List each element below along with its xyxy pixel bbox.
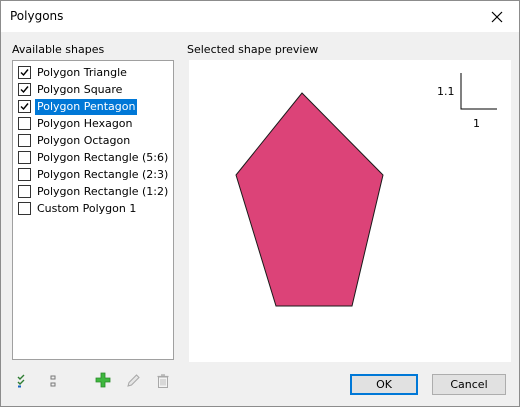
pencil-icon	[127, 374, 140, 387]
scale-indicator	[460, 73, 497, 110]
list-item[interactable]: Polygon Rectangle (1:2)	[18, 183, 170, 200]
shape-checkbox[interactable]	[18, 134, 31, 147]
shape-label: Polygon Rectangle (5:6)	[37, 150, 169, 164]
shape-checkbox[interactable]	[18, 66, 31, 79]
check-all-icon	[17, 374, 25, 388]
shape-label: Polygon Triangle	[37, 65, 127, 79]
shape-checkbox[interactable]	[18, 202, 31, 215]
pentagon-shape	[235, 92, 384, 307]
shape-label: Polygon Rectangle (1:2)	[37, 184, 169, 198]
uncheck-all-icon	[50, 375, 56, 387]
shape-checkbox[interactable]	[18, 151, 31, 164]
list-item[interactable]: Polygon Triangle	[18, 64, 129, 81]
scale-x-label: 1	[473, 117, 480, 130]
shape-label: Custom Polygon 1	[37, 201, 137, 215]
title-bar: Polygons	[1, 1, 519, 32]
plus-icon	[95, 372, 111, 388]
shape-checkbox[interactable]	[18, 117, 31, 130]
delete-shape-button[interactable]	[154, 372, 172, 390]
add-shape-button[interactable]	[94, 371, 112, 389]
window-title: Polygons	[10, 9, 64, 23]
shape-checkbox[interactable]	[18, 185, 31, 198]
shape-label: Polygon Hexagon	[37, 116, 133, 130]
ok-button[interactable]: OK	[350, 374, 418, 395]
pentagon-preview	[235, 73, 497, 307]
polygons-dialog: Polygons Available shapes Selected shape…	[0, 0, 520, 407]
check-all-button[interactable]	[14, 372, 32, 390]
scale-y-label: 1.1	[437, 85, 455, 98]
uncheck-all-button[interactable]	[45, 372, 63, 390]
close-button[interactable]	[474, 1, 519, 32]
list-item[interactable]: Polygon Rectangle (2:3)	[18, 166, 170, 183]
available-shapes-list[interactable]: Polygon Triangle Polygon Square Polygon …	[12, 60, 174, 360]
list-item[interactable]: Custom Polygon 1	[18, 200, 138, 217]
shape-checkbox[interactable]	[18, 83, 31, 96]
cancel-button[interactable]: Cancel	[432, 374, 506, 395]
shape-label: Polygon Pentagon	[35, 98, 138, 115]
checkmark-icon	[20, 69, 29, 77]
checkmark-icon	[20, 103, 29, 111]
list-item[interactable]: Polygon Pentagon	[18, 98, 138, 115]
shape-label: Polygon Rectangle (2:3)	[37, 167, 169, 181]
trash-icon	[157, 374, 169, 388]
list-item[interactable]: Polygon Rectangle (5:6)	[18, 149, 170, 166]
shape-label: Polygon Octagon	[37, 133, 131, 147]
checkmark-icon	[20, 86, 29, 94]
shape-checkbox[interactable]	[18, 100, 31, 113]
shape-checkbox[interactable]	[18, 168, 31, 181]
shape-label: Polygon Square	[37, 82, 123, 96]
available-shapes-label: Available shapes	[12, 43, 105, 56]
list-item[interactable]: Polygon Square	[18, 81, 124, 98]
list-item[interactable]: Polygon Hexagon	[18, 115, 135, 132]
close-icon	[491, 11, 502, 22]
list-item[interactable]: Polygon Octagon	[18, 132, 132, 149]
preview-label: Selected shape preview	[187, 43, 319, 56]
edit-shape-button[interactable]	[124, 372, 142, 390]
shape-preview-panel: 1.1 1	[189, 60, 511, 362]
